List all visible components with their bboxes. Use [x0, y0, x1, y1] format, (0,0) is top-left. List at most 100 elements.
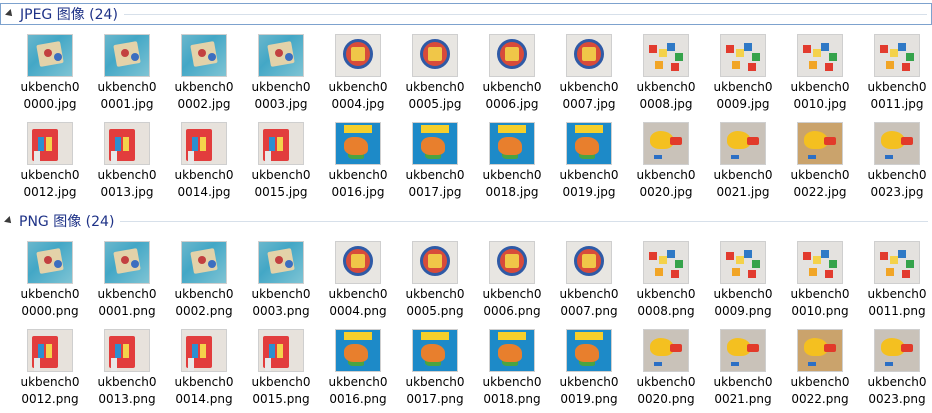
file-name-line2: 0023.png	[868, 392, 926, 406]
file-name-line2: 0013.jpg	[100, 185, 154, 199]
file-name-label: ukbench0 0020.png	[630, 374, 702, 408]
file-thumbnail	[182, 123, 226, 164]
file-item[interactable]: ukbench0 0006.jpg	[477, 32, 547, 116]
collapse-triangle-icon[interactable]	[4, 216, 14, 226]
file-item[interactable]: ukbench0 0007.png	[554, 239, 624, 323]
file-item[interactable]: ukbench0 0016.png	[323, 327, 393, 411]
file-name-line2: 0004.jpg	[331, 97, 385, 111]
file-item[interactable]: ukbench0 0023.png	[862, 327, 932, 411]
file-thumbnail	[413, 123, 457, 164]
file-name-line2: 0000.png	[21, 304, 79, 318]
file-item[interactable]: ukbench0 0015.jpg	[246, 120, 316, 204]
file-thumbnail	[490, 35, 534, 76]
file-item[interactable]: ukbench0 0017.jpg	[400, 120, 470, 204]
file-item[interactable]: ukbench0 0002.jpg	[169, 32, 239, 116]
file-item[interactable]: ukbench0 0007.jpg	[554, 32, 624, 116]
file-thumbnail	[259, 330, 303, 371]
file-name-label: ukbench0 0010.jpg	[784, 79, 856, 113]
file-item[interactable]: ukbench0 0022.png	[785, 327, 855, 411]
file-name-line1: ukbench0	[174, 287, 234, 301]
file-item[interactable]: ukbench0 0013.jpg	[92, 120, 162, 204]
file-item[interactable]: ukbench0 0022.jpg	[785, 120, 855, 204]
file-item[interactable]: ukbench0 0018.png	[477, 327, 547, 411]
file-thumbnail	[798, 330, 842, 371]
file-thumbnail	[490, 123, 534, 164]
file-item[interactable]: ukbench0 0001.png	[92, 239, 162, 323]
collapse-triangle-icon[interactable]	[5, 9, 15, 19]
file-item[interactable]: ukbench0 0016.jpg	[323, 120, 393, 204]
file-item[interactable]: ukbench0 0004.png	[323, 239, 393, 323]
file-name-line1: ukbench0	[636, 287, 696, 301]
file-name-line2: 0020.png	[637, 392, 695, 406]
file-item[interactable]: ukbench0 0005.jpg	[400, 32, 470, 116]
file-item[interactable]: ukbench0 0005.png	[400, 239, 470, 323]
file-item[interactable]: ukbench0 0012.jpg	[15, 120, 85, 204]
file-name-line1: ukbench0	[790, 168, 850, 182]
file-name-label: ukbench0 0014.png	[168, 374, 240, 408]
file-thumbnail	[875, 35, 919, 76]
file-thumbnail	[413, 242, 457, 283]
file-item[interactable]: ukbench0 0014.jpg	[169, 120, 239, 204]
file-item[interactable]: ukbench0 0010.png	[785, 239, 855, 323]
file-name-line2: 0012.jpg	[23, 185, 77, 199]
file-item[interactable]: ukbench0 0009.png	[708, 239, 778, 323]
file-name-label: ukbench0 0010.png	[784, 286, 856, 320]
file-name-label: ukbench0 0023.png	[861, 374, 932, 408]
file-item[interactable]: ukbench0 0002.png	[169, 239, 239, 323]
file-thumbnail	[413, 35, 457, 76]
file-item[interactable]: ukbench0 0010.jpg	[785, 32, 855, 116]
file-item[interactable]: ukbench0 0021.jpg	[708, 120, 778, 204]
file-name-line2: 0018.jpg	[485, 185, 539, 199]
file-thumbnail	[644, 242, 688, 283]
file-thumbnail	[182, 242, 226, 283]
file-name-line1: ukbench0	[713, 80, 773, 94]
file-item[interactable]: ukbench0 0023.jpg	[862, 120, 932, 204]
file-item[interactable]: ukbench0 0014.png	[169, 327, 239, 411]
file-item[interactable]: ukbench0 0012.png	[15, 327, 85, 411]
file-item[interactable]: ukbench0 0015.png	[246, 327, 316, 411]
file-item[interactable]: ukbench0 0009.jpg	[708, 32, 778, 116]
file-item[interactable]: ukbench0 0013.png	[92, 327, 162, 411]
file-thumbnail	[875, 242, 919, 283]
group-title: JPEG 图像 (24)	[20, 7, 118, 23]
file-thumbnail	[105, 35, 149, 76]
file-name-label: ukbench0 0021.jpg	[707, 167, 779, 201]
file-name-line1: ukbench0	[482, 80, 542, 94]
file-item[interactable]: ukbench0 0019.jpg	[554, 120, 624, 204]
file-item[interactable]: ukbench0 0003.png	[246, 239, 316, 323]
file-item[interactable]: ukbench0 0006.png	[477, 239, 547, 323]
file-item[interactable]: ukbench0 0018.jpg	[477, 120, 547, 204]
file-item[interactable]: ukbench0 0004.jpg	[323, 32, 393, 116]
file-item[interactable]: ukbench0 0008.png	[631, 239, 701, 323]
file-item[interactable]: ukbench0 0019.png	[554, 327, 624, 411]
file-item[interactable]: ukbench0 0008.jpg	[631, 32, 701, 116]
file-name-label: ukbench0 0000.jpg	[14, 79, 86, 113]
file-name-line2: 0022.jpg	[793, 185, 847, 199]
file-name-label: ukbench0 0000.png	[14, 286, 86, 320]
file-thumbnail	[567, 330, 611, 371]
file-item[interactable]: ukbench0 0020.jpg	[631, 120, 701, 204]
file-item[interactable]: ukbench0 0011.png	[862, 239, 932, 323]
file-name-line1: ukbench0	[867, 168, 927, 182]
file-item[interactable]: ukbench0 0000.png	[15, 239, 85, 323]
file-name-line1: ukbench0	[482, 287, 542, 301]
file-name-label: ukbench0 0013.png	[91, 374, 163, 408]
file-name-line2: 0001.jpg	[100, 97, 154, 111]
file-name-line2: 0012.png	[21, 392, 79, 406]
group-header-jpeg[interactable]: JPEG 图像 (24)	[0, 3, 932, 25]
file-item[interactable]: ukbench0 0020.png	[631, 327, 701, 411]
file-item[interactable]: ukbench0 0003.jpg	[246, 32, 316, 116]
file-name-line1: ukbench0	[251, 168, 311, 182]
file-item[interactable]: ukbench0 0021.png	[708, 327, 778, 411]
file-item[interactable]: ukbench0 0001.jpg	[92, 32, 162, 116]
file-item[interactable]: ukbench0 0017.png	[400, 327, 470, 411]
file-name-line2: 0023.jpg	[870, 185, 924, 199]
file-name-line2: 0005.jpg	[408, 97, 462, 111]
file-item[interactable]: ukbench0 0000.jpg	[15, 32, 85, 116]
file-name-line1: ukbench0	[174, 80, 234, 94]
group-header-png[interactable]: PNG 图像 (24)	[0, 210, 932, 232]
file-name-line1: ukbench0	[251, 80, 311, 94]
file-name-line1: ukbench0	[867, 80, 927, 94]
file-item[interactable]: ukbench0 0011.jpg	[862, 32, 932, 116]
file-thumbnail	[875, 123, 919, 164]
